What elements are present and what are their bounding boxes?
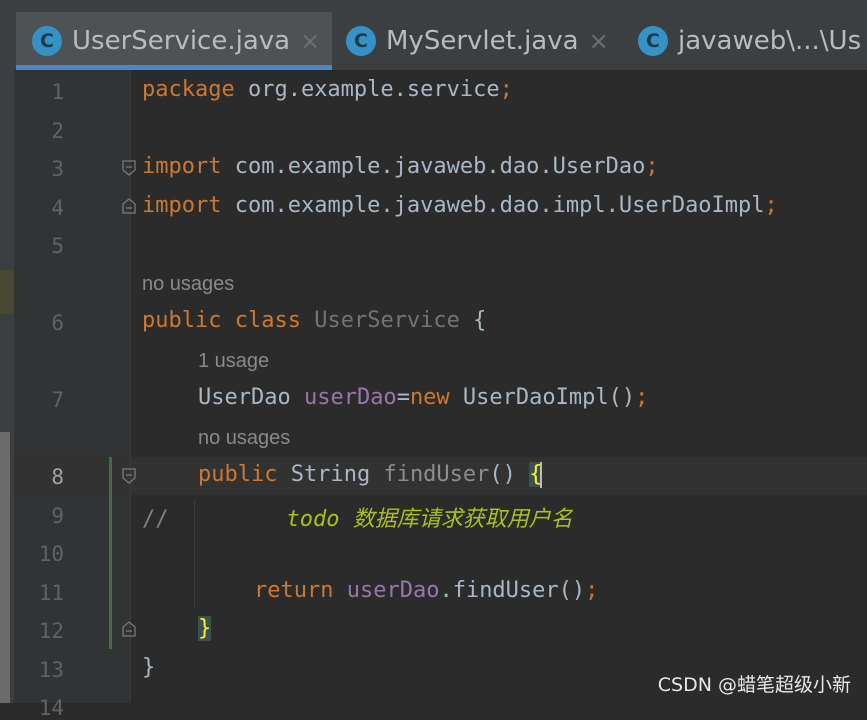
vcs-change-marker[interactable] [109,457,112,649]
line-number: 9 [51,504,64,528]
code-line-13[interactable]: } [142,655,155,680]
type-name: String [277,462,371,487]
fold-end-icon[interactable] [122,621,136,637]
line-number: 6 [51,311,64,335]
line-number: 7 [51,388,64,412]
keyword: new [409,385,450,410]
constructor-call: UserDaoImpl() [449,385,636,410]
line-number: 14 [38,696,64,720]
line-number: 13 [38,658,64,682]
tab-javaweb-userservice[interactable]: C javaweb\...\Us [638,12,861,70]
editor-tab-bar: C UserService.java × C MyServlet.java × … [0,0,867,71]
code-line-8[interactable]: public String findUser() { [198,462,543,488]
brace: { [459,308,487,333]
tab-label: javaweb\...\Us [678,26,862,56]
fold-start-icon[interactable] [122,160,136,176]
code-line-1[interactable]: package org.example.service; [142,77,513,102]
tab-label: MyServlet.java [386,26,579,56]
semicolon: ; [635,385,649,410]
code-line-11[interactable]: return userDao.findUser(); [254,578,598,603]
usages-hint[interactable]: no usages [142,273,234,296]
semicolon: ; [499,77,513,102]
method-call: .findUser() [439,578,586,603]
code-line-12[interactable]: } [198,616,212,641]
keyword: return [254,578,334,603]
java-class-icon: C [32,26,62,56]
line-number: 5 [51,234,64,258]
fold-end-icon[interactable] [122,198,136,214]
todo-comment: todo 数据库请求获取用户名 [286,507,573,532]
keyword: public [198,462,278,487]
line-number: 2 [51,119,64,143]
code-line-6[interactable]: public class UserService { [142,308,486,333]
tab-myservlet-java[interactable]: C MyServlet.java × [346,12,609,70]
code-line-9[interactable]: // todo 数据库请求获取用户名 [142,501,573,533]
line-number: 3 [51,157,64,181]
usages-hint[interactable]: 1 usage [198,350,269,373]
keyword: import [142,193,222,218]
field-name: userDao [290,385,397,410]
keyword: public [142,308,222,333]
operator: = [396,385,410,410]
import-path: com.example.javaweb.dao.UserDao [221,154,646,179]
package-name: org.example.service [234,77,500,102]
class-name: UserService [300,308,460,333]
field-name: userDao [333,578,440,603]
keyword: package [142,77,235,102]
watermark: CSDN @蜡笔超级小新 [657,674,851,696]
scroll-marker [0,432,10,703]
method-name: findUser [370,462,490,487]
code-line-3[interactable]: import com.example.javaweb.dao.UserDao; [142,154,659,179]
scroll-marker [0,270,14,314]
close-icon[interactable]: × [589,27,609,55]
line-number: 12 [38,619,64,643]
usages-hint[interactable]: no usages [198,427,290,450]
semicolon: ; [645,154,659,179]
type-name: UserDao [198,385,291,410]
tab-userservice-java[interactable]: C UserService.java × [16,12,332,70]
code-line-7[interactable]: UserDao userDao=new UserDaoImpl(); [198,385,648,410]
keyword: import [142,154,222,179]
line-number: 1 [51,80,64,104]
code-line-4[interactable]: import com.example.javaweb.dao.impl.User… [142,193,778,218]
brace: } [142,655,156,680]
line-number: 4 [51,196,64,220]
matched-brace: } [198,616,212,641]
line-number: 11 [38,581,64,605]
comment-marker: // [142,507,169,532]
close-icon[interactable]: × [300,27,320,55]
tab-label: UserService.java [72,26,291,56]
semicolon: ; [585,578,599,603]
semicolon: ; [764,193,778,218]
editor-left-strip [0,70,14,703]
keyword: class [221,308,301,333]
fold-start-icon[interactable] [122,468,136,484]
parens: () [489,462,530,487]
line-number: 8 [51,465,64,489]
java-class-icon: C [346,26,376,56]
import-path: com.example.javaweb.dao.impl.UserDaoImpl [221,193,765,218]
java-class-icon: C [638,26,668,56]
line-number: 10 [38,542,64,566]
text-cursor [540,462,543,488]
